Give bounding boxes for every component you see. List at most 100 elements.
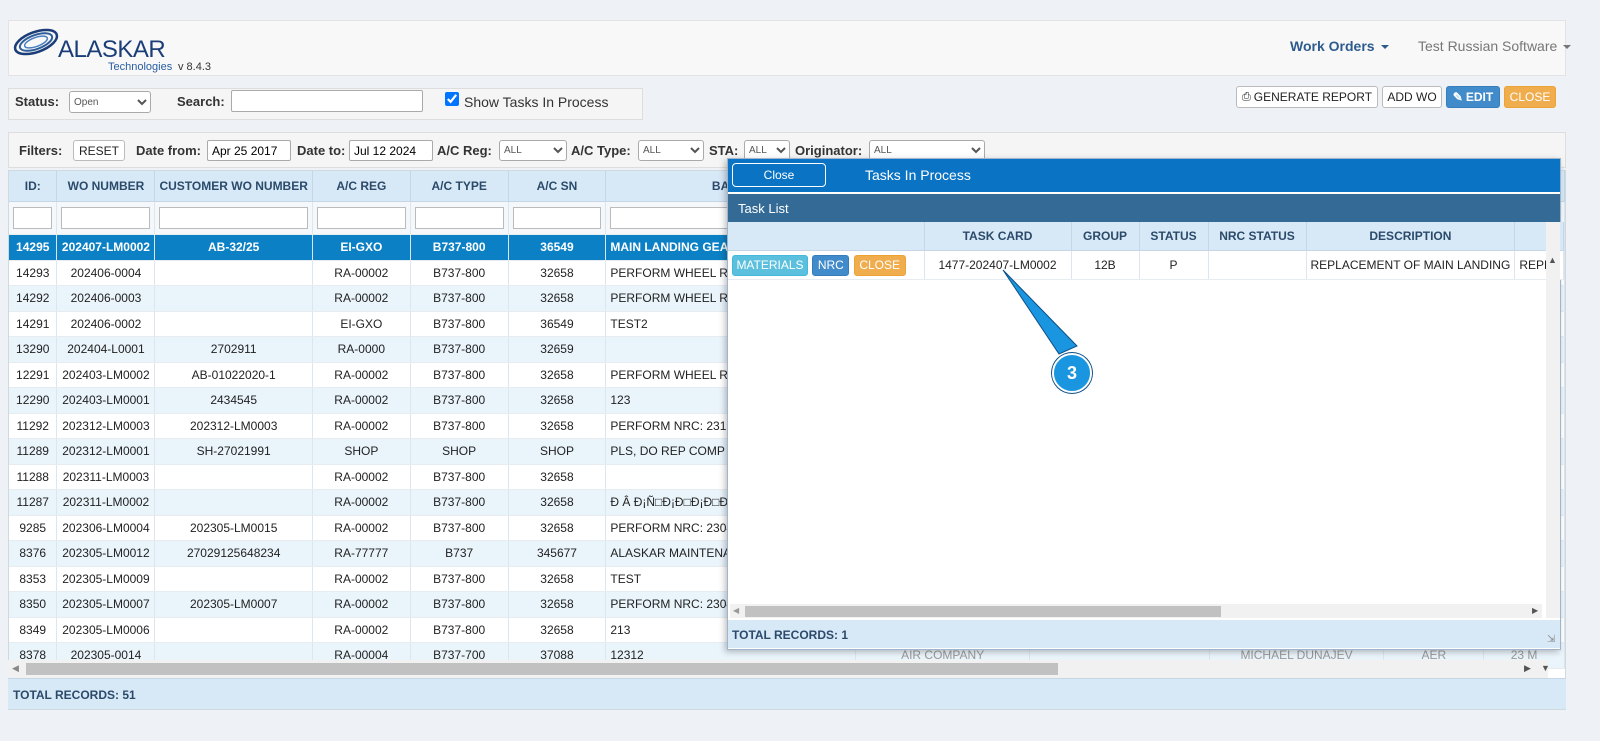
chevron-down-icon bbox=[1380, 45, 1389, 50]
ac-sn-filter-input[interactable] bbox=[512, 207, 602, 229]
wo-number-filter-input[interactable] bbox=[61, 207, 151, 229]
col-header-customer-wo[interactable]: CUSTOMER WO NUMBER bbox=[154, 171, 313, 202]
date-from-label: Date from: bbox=[136, 143, 202, 158]
ac-reg-cell: RA-00002 bbox=[312, 413, 411, 439]
dialog-scroll-thumb[interactable] bbox=[745, 606, 1221, 617]
ac-sn-cell: 32658 bbox=[508, 413, 607, 439]
task-col-header-group[interactable]: GROUP bbox=[1071, 222, 1140, 251]
ac-type-filter-input[interactable] bbox=[414, 207, 504, 229]
ac-sn-cell: SHOP bbox=[508, 438, 607, 465]
chevron-down-icon bbox=[1563, 45, 1572, 50]
scroll-left-icon[interactable]: ◀ bbox=[12, 663, 19, 674]
show-tasks-checkbox[interactable] bbox=[445, 92, 459, 106]
scroll-down-icon[interactable]: ▼ bbox=[1541, 663, 1550, 673]
customer-wo-filter-input[interactable] bbox=[159, 207, 308, 229]
scroll-right-icon[interactable]: ▶ bbox=[1524, 663, 1531, 674]
customer-wo-cell: 202305-LM0007 bbox=[154, 591, 313, 618]
dialog-scroll-left-icon[interactable]: ◀ bbox=[733, 606, 739, 615]
dialog-vertical-scrollbar[interactable] bbox=[1546, 222, 1560, 618]
step-badge: 3 bbox=[1052, 353, 1092, 393]
task-row[interactable]: MATERIALS NRC CLOSE 1477-202407-LM0002 1… bbox=[728, 250, 1564, 280]
wo-number-cell: 202305-LM0009 bbox=[56, 566, 156, 592]
dialog-scroll-right-icon[interactable]: ▶ bbox=[1532, 606, 1538, 615]
col-header-ac-sn[interactable]: A/C SN bbox=[508, 171, 607, 202]
materials-label: MATERIALS bbox=[736, 258, 804, 272]
materials-button[interactable]: MATERIALS bbox=[732, 254, 808, 276]
wo-number-cell: 202311-LM0002 bbox=[56, 489, 156, 516]
ac-type-cell: B737-800 bbox=[410, 234, 509, 261]
ac-type-cell: B737-800 bbox=[410, 591, 509, 618]
dialog-close-label: Close bbox=[763, 168, 795, 182]
col-header-id[interactable]: ID: bbox=[9, 171, 58, 202]
generate-report-label: GENERATE REPORT bbox=[1253, 90, 1373, 104]
dialog-close-button[interactable]: Close bbox=[732, 163, 826, 187]
status-cell: P bbox=[1139, 250, 1209, 280]
id-cell: 14291 bbox=[9, 311, 58, 337]
task-col-header-nrc-status[interactable]: NRC STATUS bbox=[1208, 222, 1307, 251]
customer-wo-cell bbox=[154, 617, 313, 643]
edit-button[interactable]: ✎ EDIT bbox=[1446, 86, 1500, 108]
ac-type-label: A/C Type: bbox=[571, 143, 631, 158]
customer-wo-cell: 202305-LM0015 bbox=[154, 515, 313, 541]
status-select[interactable]: Open bbox=[69, 91, 151, 113]
ac-sn-cell: 32658 bbox=[508, 591, 607, 618]
nav-company-label: Test Russian Software bbox=[1418, 38, 1558, 54]
task-col-header-task-card[interactable]: TASK CARD bbox=[924, 222, 1072, 251]
reset-filters-button[interactable]: RESET bbox=[73, 140, 125, 161]
id-cell: 11292 bbox=[9, 413, 58, 439]
id-cell: 11287 bbox=[9, 489, 58, 516]
id-cell: 12290 bbox=[9, 387, 58, 414]
wo-number-cell: 202312-LM0003 bbox=[56, 413, 156, 439]
date-from-input[interactable] bbox=[207, 140, 291, 161]
ac-type-cell: B737-800 bbox=[410, 285, 509, 312]
ac-reg-filter-input[interactable] bbox=[316, 207, 406, 229]
task-list-title: Task List bbox=[738, 201, 789, 216]
wo-number-cell: 202404-L0001 bbox=[56, 336, 156, 363]
wo-number-cell: 202403-LM0002 bbox=[56, 362, 156, 388]
ac-reg-cell: SHOP bbox=[312, 438, 411, 465]
customer-wo-cell bbox=[154, 311, 313, 337]
task-close-button[interactable]: CLOSE bbox=[853, 254, 906, 276]
col-header-wo-number[interactable]: WO NUMBER bbox=[56, 171, 156, 202]
ac-reg-cell: RA-00002 bbox=[312, 515, 411, 541]
wo-number-cell: 202406-0004 bbox=[56, 260, 156, 286]
nrc-button[interactable]: NRC bbox=[812, 254, 850, 276]
ac-sn-cell: 32658 bbox=[508, 489, 607, 516]
edit-icon: ✎ bbox=[1452, 90, 1463, 104]
task-list-header: Task List bbox=[728, 194, 1560, 222]
ac-reg-cell: RA-00002 bbox=[312, 591, 411, 618]
add-wo-button[interactable]: ADD WO bbox=[1382, 86, 1442, 108]
close-button[interactable]: CLOSE bbox=[1504, 86, 1556, 108]
id-cell: 12291 bbox=[9, 362, 58, 388]
ac-reg-select[interactable]: ALL bbox=[499, 140, 567, 161]
customer-wo-cell: 202312-LM0003 bbox=[154, 413, 313, 439]
ac-reg-cell: RA-00002 bbox=[312, 489, 411, 516]
date-to-input[interactable] bbox=[349, 140, 433, 161]
nav-company-menu[interactable]: Test Russian Software bbox=[1418, 38, 1572, 54]
id-cell: 8376 bbox=[9, 540, 58, 567]
ac-reg-cell: RA-00002 bbox=[312, 617, 411, 643]
resize-grip-icon[interactable]: ⇲ bbox=[1547, 634, 1555, 645]
ac-type-cell: B737-800 bbox=[410, 515, 509, 541]
date-to-label: Date to: bbox=[297, 143, 346, 158]
ac-type-select[interactable]: ALL bbox=[638, 140, 704, 161]
col-header-ac-type[interactable]: A/C TYPE bbox=[410, 171, 509, 202]
search-input[interactable] bbox=[231, 90, 423, 112]
generate-report-button[interactable]: ⎙ GENERATE REPORT bbox=[1236, 86, 1378, 108]
task-col-header-status[interactable]: STATUS bbox=[1139, 222, 1209, 251]
customer-wo-cell bbox=[154, 285, 313, 312]
task-table-header-row: TASK CARD GROUP STATUS NRC STATUS DESCRI… bbox=[728, 222, 1564, 251]
wo-number-cell: 202403-LM0001 bbox=[56, 387, 156, 414]
id-filter-input[interactable] bbox=[13, 207, 53, 229]
id-cell: 8350 bbox=[9, 591, 58, 618]
task-col-header-description[interactable]: DESCRIPTION bbox=[1306, 222, 1516, 251]
col-header-ac-reg[interactable]: A/C REG bbox=[312, 171, 411, 202]
nav-work-orders[interactable]: Work Orders bbox=[1290, 38, 1389, 54]
ac-type-cell: SHOP bbox=[410, 438, 509, 465]
show-tasks-label: Show Tasks In Process bbox=[464, 94, 609, 110]
customer-wo-cell bbox=[154, 260, 313, 286]
dialog-title: Tasks In Process bbox=[865, 167, 971, 183]
customer-wo-cell bbox=[154, 464, 313, 490]
dialog-scroll-up-icon[interactable]: ▲ bbox=[1548, 255, 1557, 265]
grid-scroll-thumb[interactable] bbox=[26, 663, 1058, 675]
